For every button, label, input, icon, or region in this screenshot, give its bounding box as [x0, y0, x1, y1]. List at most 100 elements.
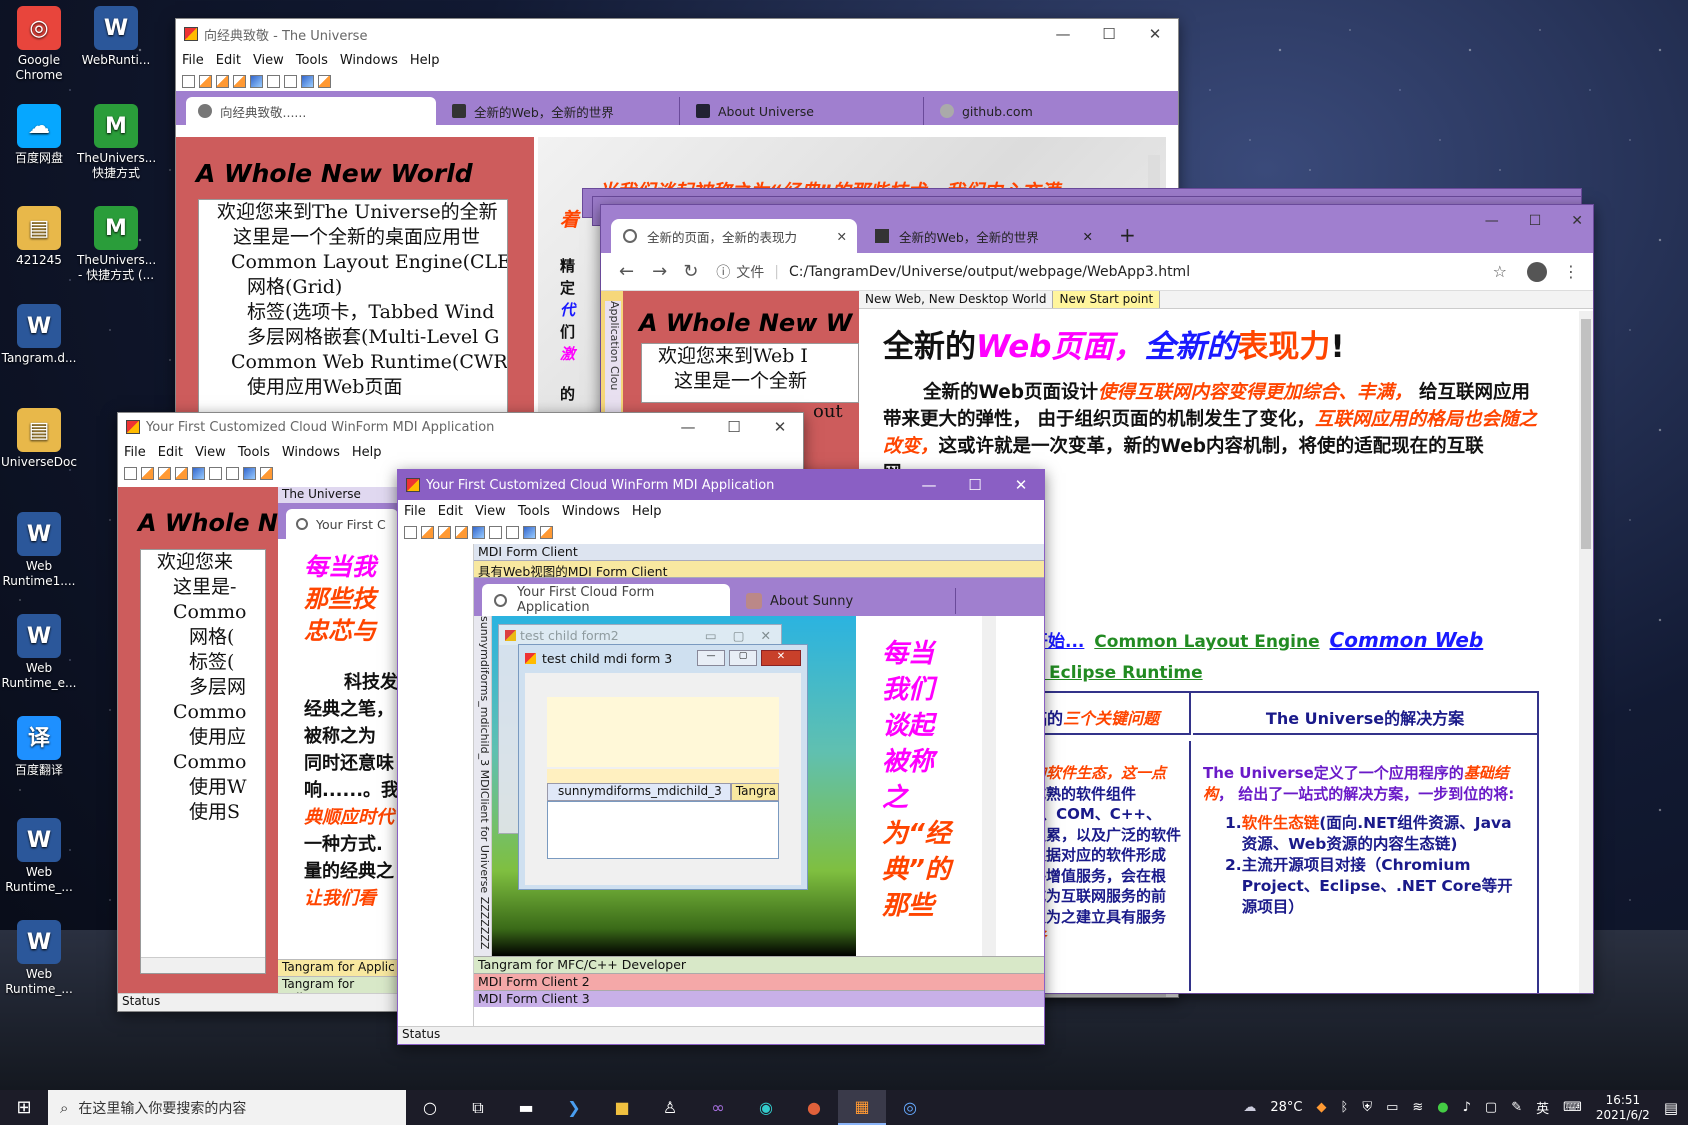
- tree-item[interactable]: 标签(选项卡，Tabbed Wind: [199, 300, 507, 325]
- browser-tab[interactable]: 全新的Web，全新的世界 ✕: [865, 221, 1101, 251]
- bottom-panel-tab[interactable]: MDI Form Client 2: [474, 973, 1044, 990]
- powerpoint-icon[interactable]: ●: [790, 1090, 838, 1125]
- wechat-icon[interactable]: ●: [1437, 1100, 1448, 1115]
- web-icon[interactable]: [243, 466, 256, 480]
- profile-icon[interactable]: [1527, 261, 1547, 282]
- tree-item[interactable]: 网格(: [141, 625, 265, 650]
- bluetooth-icon[interactable]: ᛒ: [1341, 1100, 1349, 1115]
- open-icon[interactable]: [199, 74, 212, 88]
- weather-text[interactable]: 28°C: [1270, 1100, 1302, 1115]
- menu-view[interactable]: View: [247, 53, 290, 68]
- close-icon[interactable]: ✕: [1571, 213, 1583, 229]
- tree-item[interactable]: 使用S: [141, 800, 265, 825]
- save-icon[interactable]: [192, 466, 205, 480]
- mdi-window-2[interactable]: Your First Customized Cloud WinForm MDI …: [397, 469, 1045, 1045]
- menu-view[interactable]: View: [469, 504, 512, 519]
- tab-tribute[interactable]: 向经典致敬......: [186, 97, 436, 125]
- edge-icon[interactable]: ◉: [742, 1090, 790, 1125]
- desktop-icon[interactable]: W WebRunti...: [77, 6, 155, 68]
- visual-studio-icon[interactable]: ∞: [694, 1090, 742, 1125]
- minimize-icon[interactable]: ▭: [705, 628, 717, 643]
- app-icon[interactable]: [318, 74, 331, 88]
- vertical-tab[interactable]: Clou: [608, 366, 621, 390]
- back-icon[interactable]: ←: [619, 261, 634, 282]
- desktop-icon[interactable]: W Web Runtime1....: [0, 512, 78, 589]
- minimize-icon[interactable]: —: [665, 418, 711, 436]
- keyboard-icon[interactable]: ⌨: [1563, 1100, 1582, 1115]
- tree-item[interactable]: 这里是一个全新的桌面应用世: [199, 225, 507, 250]
- minimize-icon[interactable]: —: [1040, 25, 1086, 43]
- desktop-icon[interactable]: ☁ 百度网盘: [0, 104, 78, 166]
- open-icon[interactable]: [421, 525, 434, 539]
- new-icon[interactable]: [124, 466, 137, 480]
- tab-about-universe[interactable]: About Universe: [684, 97, 924, 125]
- title-bar[interactable]: Your First Customized Cloud WinForm MDI …: [118, 413, 803, 441]
- mdi-client-label[interactable]: MDI Form Client: [474, 544, 1044, 561]
- task-view-icon[interactable]: ⧉: [454, 1090, 502, 1125]
- menu-help[interactable]: Help: [346, 445, 388, 460]
- search-box[interactable]: ⌕ 在这里输入你要搜索的内容: [48, 1090, 406, 1125]
- bottom-panel-tab[interactable]: Tangram for MFC/C++ Developer: [474, 956, 1044, 973]
- menu-help[interactable]: Help: [404, 53, 446, 68]
- menu-windows[interactable]: Windows: [556, 504, 626, 519]
- close-icon[interactable]: ✕: [761, 628, 771, 643]
- volume-icon[interactable]: ♪: [1463, 1100, 1471, 1115]
- vertical-tab-strip[interactable]: sunnymdiforms_mdichild_3 MDIClient for U…: [474, 616, 492, 956]
- tree-item[interactable]: 多层网格嵌套(Multi-Level G: [199, 325, 507, 350]
- child-window-3[interactable]: test child mdi form 3 — ▢ ✕ sunnymdiforms_m…: [518, 644, 808, 890]
- tree-item[interactable]: 欢迎您来到Web I: [642, 344, 858, 369]
- preview-icon[interactable]: [506, 525, 519, 539]
- menu-edit[interactable]: Edit: [152, 445, 189, 460]
- new-tab-button[interactable]: +: [1119, 223, 1136, 247]
- windows-start-icon[interactable]: ⊞: [0, 1090, 48, 1125]
- security-icon[interactable]: ⛨: [1362, 1100, 1372, 1115]
- maximize-icon[interactable]: ☐: [1086, 25, 1132, 43]
- powershell-icon[interactable]: ❯: [550, 1090, 598, 1125]
- browser-tab-active[interactable]: 全新的页面，全新的表现力 ✕: [611, 219, 857, 253]
- display-icon[interactable]: ▢: [1485, 1100, 1497, 1115]
- tree-view[interactable]: 欢迎您来 这里是- Commo 网格( 标签( 多层网 Commo 使用应 Co…: [140, 549, 266, 974]
- universe-app-icon[interactable]: ▦: [838, 1090, 886, 1125]
- desktop-icon[interactable]: M TheUnivers... - 快捷方式 (...: [77, 206, 156, 283]
- tree-item[interactable]: 这里是-: [141, 575, 265, 600]
- user-icon[interactable]: ♙: [646, 1090, 694, 1125]
- pen-icon[interactable]: ✎: [1511, 1100, 1522, 1115]
- menu-tools[interactable]: Tools: [232, 445, 276, 460]
- maximize-icon[interactable]: ☐: [952, 476, 998, 494]
- tree-item[interactable]: Commo: [141, 750, 265, 775]
- bottom-panel-tab[interactable]: Tangram for Eclipse: [278, 976, 398, 1005]
- forward-icon[interactable]: →: [652, 261, 667, 282]
- menu-view[interactable]: View: [189, 445, 232, 460]
- tab-close-icon[interactable]: ✕: [1083, 229, 1093, 244]
- tree-item[interactable]: 使用应: [141, 725, 265, 750]
- title-bar[interactable]: 向经典致敬 - The Universe — ☐ ✕: [176, 19, 1178, 49]
- open-icon[interactable]: [216, 74, 229, 88]
- tree-item[interactable]: Common Layout Engine(CLE): [199, 250, 507, 275]
- tree-item[interactable]: Commo: [141, 700, 265, 725]
- desktop-icon[interactable]: ◎ Google Chrome: [0, 6, 78, 83]
- star-icon[interactable]: ☆: [1493, 262, 1507, 281]
- app-icon[interactable]: [260, 466, 273, 480]
- print-icon[interactable]: [489, 525, 502, 539]
- menu-edit[interactable]: Edit: [210, 53, 247, 68]
- file-explorer-icon[interactable]: ■: [598, 1090, 646, 1125]
- desktop-icon[interactable]: W Web Runtime_...: [0, 818, 78, 895]
- save-icon[interactable]: [472, 525, 485, 539]
- desktop-icon[interactable]: 译百度翻译: [0, 716, 78, 778]
- tab-about-sunny[interactable]: About Sunny: [736, 588, 956, 614]
- new-icon[interactable]: [404, 525, 417, 539]
- folder-icon[interactable]: [455, 525, 468, 539]
- desktop-icon[interactable]: ▤ 421245: [0, 206, 78, 268]
- search-input[interactable]: 在这里输入你要搜索的内容: [78, 1098, 246, 1118]
- mdi-client-label[interactable]: 具有Web视图的MDI Form Client: [474, 561, 1044, 579]
- vertical-tab[interactable]: Application: [608, 301, 621, 362]
- tree-item[interactable]: Common Web Runtime(CWR: [199, 350, 507, 375]
- ime-indicator[interactable]: 英: [1536, 1098, 1549, 1117]
- child-tab[interactable]: Tangra: [730, 783, 779, 801]
- reload-icon[interactable]: ↻: [683, 261, 698, 282]
- new-icon[interactable]: [182, 74, 195, 88]
- tab-close-icon[interactable]: ✕: [837, 229, 847, 244]
- horizontal-scrollbar[interactable]: [141, 957, 265, 973]
- maximize-icon[interactable]: ▢: [733, 628, 745, 643]
- desktop-icon[interactable]: W Tangram.d...: [0, 304, 78, 366]
